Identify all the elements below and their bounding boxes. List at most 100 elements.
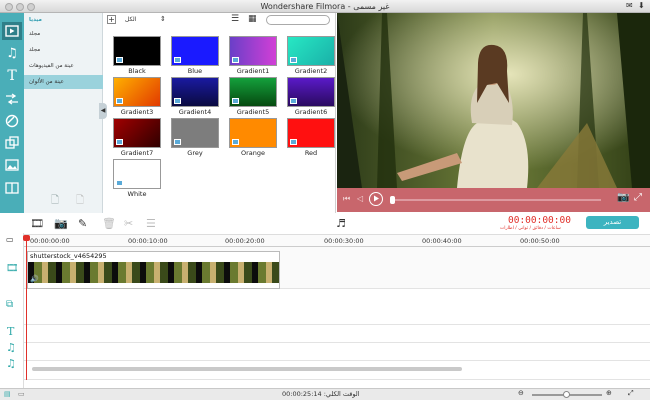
color-swatch-label: Gradient7 xyxy=(120,149,154,157)
color-swatch-thumbnail[interactable] xyxy=(229,36,277,66)
snapshot-icon[interactable]: 📷 xyxy=(617,192,629,203)
color-swatch-item[interactable]: Grey xyxy=(165,118,219,160)
color-swatch-thumbnail[interactable] xyxy=(287,36,335,66)
delete-folder-icon[interactable]: 🗋 xyxy=(76,193,84,210)
color-swatch-item[interactable]: Gradient3 xyxy=(107,77,161,119)
export-button[interactable]: تصدير xyxy=(586,216,639,229)
music-tab-button[interactable]: ♫ xyxy=(2,44,22,62)
color-swatch-item[interactable]: Gradient6 xyxy=(281,77,335,119)
color-swatch-item[interactable]: Gradient4 xyxy=(165,77,219,119)
split-screen-tab-button[interactable] xyxy=(2,179,22,197)
track-header-column: ▭ 🎞 ⧉ T ♫ ♫ xyxy=(0,233,24,390)
color-swatch-thumbnail[interactable] xyxy=(113,159,161,189)
previous-frame-icon[interactable]: ⏮ xyxy=(343,194,350,204)
settings-icon[interactable]: ☰ xyxy=(146,217,156,230)
category-item-folder-2[interactable]: مجلد xyxy=(24,43,103,57)
playhead-line[interactable] xyxy=(26,235,27,380)
image-icon xyxy=(116,139,123,145)
text-tab-button[interactable]: T xyxy=(2,67,22,85)
color-swatch-item[interactable]: Black xyxy=(107,36,161,78)
edit-icon[interactable]: ✎ xyxy=(78,217,87,230)
color-swatch-thumbnail[interactable] xyxy=(287,77,335,107)
delete-icon[interactable]: 🗑 xyxy=(102,217,116,230)
zoom-slider-handle[interactable] xyxy=(563,391,570,398)
grid-view-icon[interactable]: ▦ xyxy=(248,14,257,24)
clip-name: shutterstock_v4654295 xyxy=(30,252,107,260)
filters-tab-button[interactable] xyxy=(2,112,22,130)
fullscreen-icon[interactable]: ⤢ xyxy=(634,192,642,203)
color-swatch-thumbnail[interactable] xyxy=(171,77,219,107)
video-clip[interactable]: shutterstock_v4654295 🔊 xyxy=(27,251,280,289)
color-swatch-thumbnail[interactable] xyxy=(171,118,219,148)
color-swatch-thumbnail[interactable] xyxy=(113,118,161,148)
download-icon[interactable]: ⬇ xyxy=(638,1,645,10)
video-track-icon: 🎞 xyxy=(6,263,19,274)
sort-icon[interactable]: ☰ xyxy=(231,14,239,24)
track-settings-icon[interactable]: ▭ xyxy=(6,235,14,244)
overlays-tab-button[interactable] xyxy=(2,134,22,152)
ruler-tick: 00:00:10:00 xyxy=(128,237,168,245)
color-swatch-item[interactable]: Gradient7 xyxy=(107,118,161,160)
color-swatch-thumbnail[interactable] xyxy=(113,77,161,107)
color-swatch-thumbnail[interactable] xyxy=(113,36,161,66)
color-swatch-label: Gradient6 xyxy=(294,108,328,116)
color-swatch-thumbnail[interactable] xyxy=(287,118,335,148)
color-swatch-item[interactable]: Gradient2 xyxy=(281,36,335,78)
import-button[interactable]: + xyxy=(107,15,116,24)
progress-track[interactable] xyxy=(391,199,601,201)
progress-handle[interactable] xyxy=(390,196,395,204)
color-swatch-label: Red xyxy=(304,149,318,157)
timeline-ruler[interactable]: 00:00:00:00 00:00:10:00 00:00:20:00 00:0… xyxy=(24,235,650,247)
image-icon xyxy=(290,57,297,63)
storyboard-icon[interactable]: ▤ xyxy=(4,390,11,398)
fit-timeline-icon[interactable]: ⤢ xyxy=(628,389,634,398)
play-button[interactable] xyxy=(369,192,383,206)
color-swatch-thumbnail[interactable] xyxy=(171,36,219,66)
color-swatch-thumbnail[interactable] xyxy=(229,77,277,107)
filter-select[interactable]: الكل xyxy=(125,16,136,23)
color-swatch-item[interactable]: Gradient1 xyxy=(223,36,277,78)
step-back-icon[interactable]: ◁ xyxy=(357,194,363,203)
category-item-folder-1[interactable]: مجلد xyxy=(24,27,103,41)
color-swatch-item[interactable]: Gradient5 xyxy=(223,77,277,119)
elements-icon xyxy=(5,159,19,171)
timeline-tracks: shutterstock_v4654295 🔊 xyxy=(24,247,650,380)
add-media-icon[interactable]: 🎞 xyxy=(30,217,44,230)
clip-thumbnails xyxy=(28,262,279,283)
color-swatch-item[interactable]: White xyxy=(107,159,161,201)
playhead-handle[interactable] xyxy=(23,235,30,241)
status-bar: ▤ ▭ الوقت الكلي: 00:00:25:14 ⊖ ⊕ ⤢ xyxy=(0,388,650,400)
color-swatch-label: White xyxy=(127,190,147,198)
add-folder-icon[interactable]: 🗋 xyxy=(51,193,59,210)
collapse-panel-handle[interactable]: ◀ xyxy=(99,103,107,119)
overlay-track[interactable] xyxy=(24,289,650,325)
chevron-updown-icon[interactable]: ⇕ xyxy=(160,15,166,23)
media-tab-button[interactable] xyxy=(2,22,22,40)
image-icon xyxy=(290,139,297,145)
text-track[interactable] xyxy=(24,325,650,343)
notification-icon[interactable]: ✉ xyxy=(626,1,633,10)
category-item-sample-videos[interactable]: عينة من الفيديوهات xyxy=(24,59,103,73)
color-swatch-label: Gradient5 xyxy=(236,108,270,116)
image-icon xyxy=(232,57,239,63)
audio-mixer-icon[interactable]: ♬ xyxy=(336,217,346,230)
split-icon[interactable]: ✂ xyxy=(124,217,133,230)
transitions-tab-button[interactable] xyxy=(2,90,22,108)
media-category-sidebar: ميديا مجلد مجلد عينة من الفيديوهات عينة … xyxy=(24,13,103,213)
timeline-horizontal-scrollbar[interactable] xyxy=(32,367,462,371)
category-item-sample-colors[interactable]: عينة من الألوان xyxy=(24,75,103,89)
elements-tab-button[interactable] xyxy=(2,156,22,174)
search-input[interactable] xyxy=(266,15,330,25)
color-swatch-item[interactable]: Blue xyxy=(165,36,219,78)
zoom-in-icon[interactable]: ⊕ xyxy=(606,389,612,397)
timeline-view-icon[interactable]: ▭ xyxy=(18,390,25,398)
music-track-1[interactable] xyxy=(24,343,650,361)
color-swatch-thumbnail[interactable] xyxy=(229,118,277,148)
zoom-out-icon[interactable]: ⊖ xyxy=(518,389,524,397)
record-icon[interactable]: 📷 xyxy=(54,217,68,230)
color-swatch-label: Gradient1 xyxy=(236,67,270,75)
color-swatch-item[interactable]: Red xyxy=(281,118,335,160)
text-track-icon: T xyxy=(7,325,15,338)
ruler-tick: 00:00:20:00 xyxy=(225,237,265,245)
color-swatch-item[interactable]: Orange xyxy=(223,118,277,160)
